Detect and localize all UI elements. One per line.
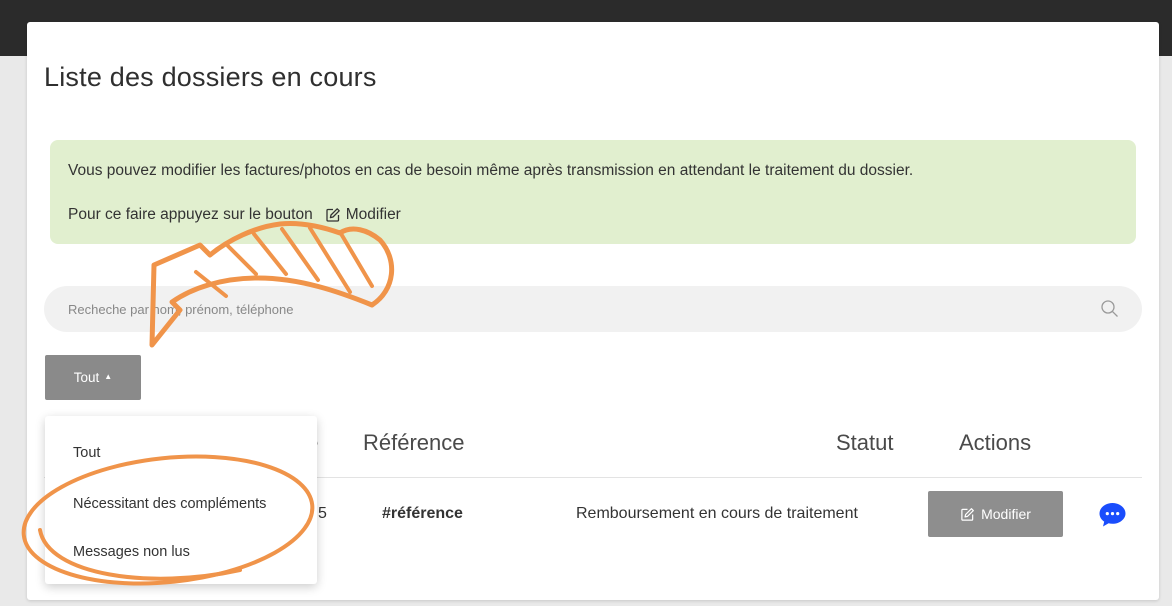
- notice-line-1: Vous pouvez modifier les factures/photos…: [68, 162, 914, 179]
- dropdown-option-complements[interactable]: Nécessitant des compléments: [73, 496, 266, 512]
- modify-button[interactable]: Modifier: [928, 491, 1063, 537]
- column-header-status: Statut: [836, 430, 894, 455]
- edit-icon: [326, 208, 340, 222]
- filter-selected-label: Tout: [73, 370, 100, 385]
- search-icon[interactable]: [1100, 299, 1120, 319]
- filter-dropdown-button[interactable]: Tout ▲: [45, 355, 141, 400]
- row-status-cell: Remboursement en cours de traitement: [576, 505, 858, 522]
- chat-icon[interactable]: [1098, 502, 1127, 528]
- info-notice: Vous pouvez modifier les factures/photos…: [50, 140, 1136, 244]
- caret-up-icon: ▲: [104, 372, 113, 381]
- column-header-actions: Actions: [959, 430, 1032, 455]
- notice-modify-label: Modifier: [345, 206, 401, 223]
- modify-button-label: Modifier: [981, 506, 1031, 522]
- notice-line-2-text: Pour ce faire appuyez sur le bouton: [68, 206, 313, 223]
- search-input[interactable]: [44, 286, 1142, 332]
- filter-dropdown-menu: Tout Nécessitant des compléments Message…: [45, 416, 317, 584]
- edit-icon: [961, 507, 975, 521]
- dropdown-option-unread-messages[interactable]: Messages non lus: [73, 544, 190, 560]
- row-reference-cell: #référence: [382, 505, 463, 522]
- notice-line-2: Pour ce faire appuyez sur le bouton Modi…: [68, 206, 401, 224]
- search-bar: [44, 286, 1142, 332]
- page-title: Liste des dossiers en cours: [44, 62, 377, 92]
- column-header-reference: Référence: [363, 430, 465, 455]
- row-date-cell: 5: [318, 505, 327, 522]
- dropdown-option-tout[interactable]: Tout: [73, 445, 100, 461]
- notice-modify-reference: Modifier: [325, 206, 401, 224]
